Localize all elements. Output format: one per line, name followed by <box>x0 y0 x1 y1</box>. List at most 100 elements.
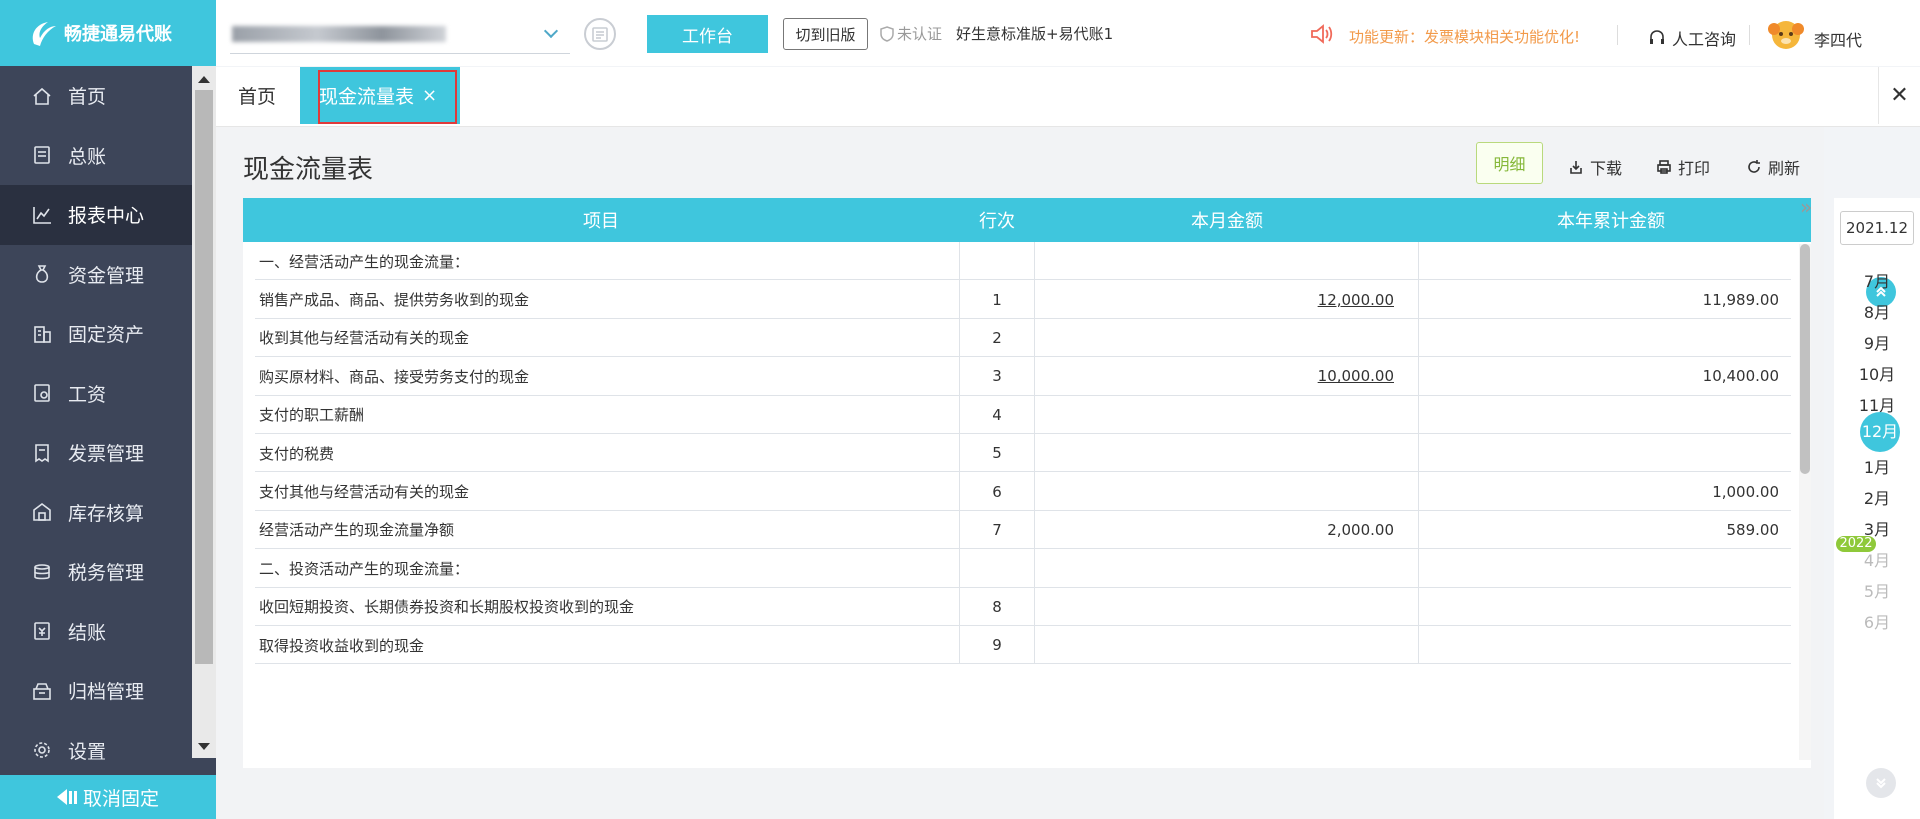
period-down-icon[interactable] <box>1866 768 1896 798</box>
cell-month-amount <box>1035 395 1419 434</box>
home-icon <box>30 84 54 108</box>
close-all-tabs-icon[interactable]: ✕ <box>1878 67 1920 124</box>
top-header: 工作台 切到旧版 未认证 好生意标准版+易代账1 功能更新：发票模块相关功能优化… <box>216 0 1920 66</box>
sidebar-item-9[interactable]: 税务管理 <box>0 542 192 602</box>
cell-item: 经营活动产生的现金流量净额 <box>259 521 455 540</box>
username[interactable]: 李四代 <box>1814 27 1862 51</box>
sidebar-item-2[interactable]: 总账 <box>0 126 192 186</box>
month-7[interactable]: 1月 <box>1834 454 1920 478</box>
company-selector[interactable] <box>230 14 570 54</box>
sidebar-item-label: 税务管理 <box>68 562 145 585</box>
cell-item: 销售产成品、商品、提供劳务收到的现金 <box>259 291 530 310</box>
detail-button[interactable]: 明细 <box>1476 142 1543 184</box>
month-4[interactable]: 10月 <box>1834 361 1920 385</box>
sidebar-item-10[interactable]: 结账 <box>0 602 192 662</box>
cell-item: 取得投资收益收到的现金 <box>259 636 425 655</box>
month-6[interactable]: 12月 <box>1860 412 1900 452</box>
sidebar-item-6[interactable]: 工资 <box>0 364 192 424</box>
refresh-label: 刷新 <box>1768 159 1801 178</box>
avatar[interactable] <box>1766 17 1806 53</box>
table-row: 支付的职工薪酬 4 <box>255 395 1791 434</box>
table-header: 项目 行次 本月金额 本年累计金额 <box>243 198 1811 242</box>
cell-line: 2 <box>959 318 1035 358</box>
scrollbar-thumb[interactable] <box>195 90 213 664</box>
feature-update-notice[interactable]: 功能更新：发票模块相关功能优化! <box>1349 26 1580 47</box>
close-tab-icon[interactable]: × <box>422 85 437 106</box>
salary-icon <box>30 381 54 405</box>
divider <box>1617 25 1618 45</box>
table-row: 一、经营活动产生的现金流量： <box>255 242 1791 281</box>
shield-icon <box>880 25 894 42</box>
auth-status[interactable]: 未认证 <box>880 23 942 44</box>
workbench-button[interactable]: 工作台 <box>647 15 768 53</box>
month-amount-value[interactable]: 10,000.00 <box>1318 367 1394 385</box>
switch-old-version-button[interactable]: 切到旧版 <box>783 18 868 50</box>
chevron-down-icon[interactable] <box>543 23 559 39</box>
app-name: 畅捷通易代账 <box>64 24 172 45</box>
table-row: 购买原材料、商品、接受劳务支付的现金 3 10,000.00 10,400.00 <box>255 357 1791 396</box>
sidebar-item-label: 首页 <box>68 86 107 109</box>
table-row: 支付的税费 5 <box>255 434 1791 473</box>
calendar-icon[interactable] <box>584 18 616 50</box>
cell-line <box>959 549 1035 588</box>
cell-line: 9 <box>959 626 1035 665</box>
print-label: 打印 <box>1678 159 1711 178</box>
tab-home[interactable]: 首页 <box>238 67 276 124</box>
sidebar-item-7[interactable]: 发票管理 <box>0 423 192 483</box>
table-row: 经营活动产生的现金流量净额 7 2,000.00 589.00 <box>255 510 1791 550</box>
cell-item: 收到其他与经营活动有关的现金 <box>259 329 470 348</box>
human-consult-button[interactable]: 人工咨询 <box>1648 26 1736 50</box>
app-logo[interactable]: 畅捷通易代账 <box>0 0 216 66</box>
column-header-item: 项目 <box>583 211 619 232</box>
refresh-button[interactable]: 刷新 <box>1746 155 1800 179</box>
table-scrollbar-thumb[interactable] <box>1800 244 1810 474</box>
cell-year-amount <box>1419 549 1803 587</box>
cell-line <box>959 242 1035 281</box>
headset-icon <box>1650 30 1664 44</box>
print-button[interactable]: 打印 <box>1656 155 1710 179</box>
table-scrollbar[interactable] <box>1799 244 1811 760</box>
archive-icon <box>30 679 54 703</box>
refresh-icon <box>1748 160 1760 173</box>
sidebar-scrollbar[interactable] <box>192 66 216 758</box>
collapse-arrow-icon <box>56 789 67 805</box>
cell-month-amount <box>1035 318 1419 358</box>
cell-month-amount <box>1035 587 1419 626</box>
tax-icon <box>30 560 54 584</box>
page-title: 现金流量表 <box>243 155 374 185</box>
sidebar-nav: 首页总账 报表中心 资金管理 固定资产 工资 发票管理库存核算税务管理结账归档管理设置 <box>0 66 192 780</box>
current-period[interactable]: 2021.12 <box>1840 211 1914 245</box>
month-1[interactable]: 7月 <box>1834 268 1920 292</box>
tab-cash-flow[interactable]: 现金流量表 × <box>300 67 460 124</box>
scroll-down-arrow-icon[interactable] <box>198 743 210 750</box>
month-2[interactable]: 8月 <box>1834 299 1920 323</box>
download-button[interactable]: 下载 <box>1568 155 1622 179</box>
month-3[interactable]: 9月 <box>1834 330 1920 354</box>
sidebar-item-11[interactable]: 归档管理 <box>0 661 192 721</box>
sidebar-item-3[interactable]: 报表中心 <box>0 185 192 245</box>
sidebar-item-label: 归档管理 <box>68 681 145 704</box>
sidebar-item-5[interactable]: 固定资产 <box>0 304 192 364</box>
scroll-up-arrow-icon[interactable] <box>198 76 210 83</box>
collapse-period-icon[interactable]: » <box>1800 195 1812 219</box>
month-amount-value[interactable]: 12,000.00 <box>1318 291 1394 309</box>
sidebar-item-label: 库存核算 <box>68 502 145 525</box>
sidebar: 畅捷通易代账 首页总账 报表中心 资金管理 固定资产 工资 发票管理库存核算税务管理结账归… <box>0 0 216 819</box>
cell-line: 7 <box>959 510 1035 550</box>
table-row: 销售产成品、商品、提供劳务收到的现金 1 12,000.00 11,989.00 <box>255 280 1791 319</box>
logo-icon <box>32 22 56 46</box>
report-panel: 现金流量表 明细 下载 打印 刷新 项目 行次 本月金额 本年累计金额 一、经营… <box>216 127 1824 819</box>
sidebar-item-8[interactable]: 库存核算 <box>0 483 192 543</box>
sidebar-item-1[interactable]: 首页 <box>0 66 192 126</box>
sidebar-item-12[interactable]: 设置 <box>0 721 192 781</box>
month-8[interactable]: 2月 <box>1834 485 1920 509</box>
auth-status-label: 未认证 <box>897 25 943 43</box>
cell-month-amount <box>1035 242 1419 281</box>
download-icon <box>1570 161 1582 174</box>
cell-year-amount <box>1419 319 1803 357</box>
sidebar-item-4[interactable]: 资金管理 <box>0 245 192 305</box>
speaker-icon <box>1311 24 1333 44</box>
cash-flow-table: 项目 行次 本月金额 本年累计金额 一、经营活动产生的现金流量： 销售产成品、商品… <box>243 198 1811 768</box>
unpin-sidebar-button[interactable]: 取消固定 <box>0 775 216 819</box>
sidebar-item-label: 结账 <box>68 621 107 644</box>
